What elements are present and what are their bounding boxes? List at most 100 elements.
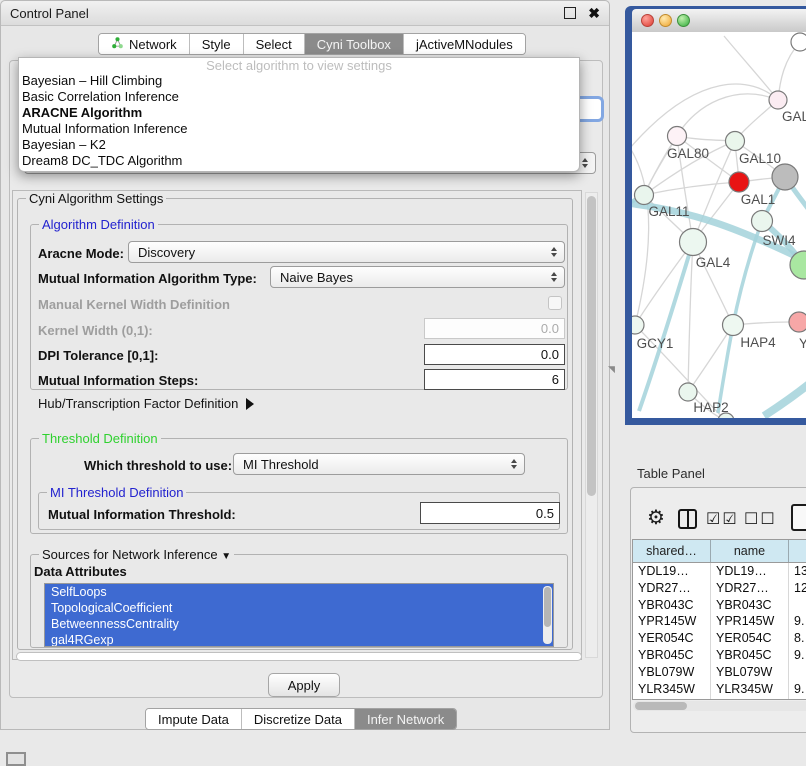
network-edge[interactable] <box>644 136 677 195</box>
table-panel-title: Table Panel <box>637 466 705 481</box>
table-cell: YBR043C <box>711 597 789 614</box>
popup-item-list: Bayesian – Hill ClimbingBasic Correlatio… <box>19 73 579 169</box>
node-gal10[interactable] <box>726 132 745 151</box>
settings-vertical-scrollbar[interactable] <box>585 192 598 658</box>
node-gal-top[interactable] <box>769 91 787 109</box>
network-edge[interactable] <box>644 182 739 195</box>
aracne-mode-label: Aracne Mode: <box>38 246 124 261</box>
table-row[interactable]: YBL079WYBL079W <box>633 664 806 681</box>
column-header[interactable]: shared… <box>633 540 711 562</box>
table-cell: YBL079W <box>711 664 789 681</box>
popup-item[interactable]: Bayesian – K2 <box>19 137 579 153</box>
table-cell: YBR045C <box>711 647 789 664</box>
attribute-list-item[interactable]: SelfLoops <box>45 584 553 600</box>
table-row[interactable]: YDR27…YDR27…12 <box>633 580 806 597</box>
tab-impute-data[interactable]: Impute Data <box>146 709 241 729</box>
table-cell: 9. <box>789 613 806 630</box>
node-hap4-label: HAP4 <box>740 335 776 350</box>
group-title: Sources for Network Inference ▼ <box>39 547 234 564</box>
tab-network[interactable]: Network <box>99 34 189 54</box>
hub-definition-expander[interactable]: Hub/Transcription Factor Definition <box>38 396 254 411</box>
scrollbar-thumb[interactable] <box>587 196 596 496</box>
table-cell: 9. <box>789 647 806 664</box>
node-gray[interactable] <box>772 164 798 190</box>
column-header[interactable] <box>789 540 806 562</box>
table-row[interactable]: YDL19…YDL19…13 <box>633 563 806 580</box>
aracne-mode-combo[interactable]: Discovery <box>128 241 565 263</box>
settings-horizontal-scrollbar[interactable] <box>16 652 582 661</box>
scrollbar-thumb[interactable] <box>635 702 687 710</box>
node-gcy1[interactable] <box>632 316 644 334</box>
which-threshold-combo[interactable]: MI Threshold <box>233 453 525 475</box>
node-hap2[interactable] <box>679 383 697 401</box>
bottom-left-partial-icon[interactable] <box>6 752 26 766</box>
table-row[interactable]: YBR043CYBR043C <box>633 597 806 614</box>
aracne-mode-value: Discovery <box>129 245 546 260</box>
node-swi4[interactable] <box>752 211 773 232</box>
close-icon[interactable]: ✖ <box>588 8 600 18</box>
network-edge[interactable] <box>632 84 778 148</box>
popup-item[interactable]: Dream8 DC_TDC Algorithm <box>19 153 579 169</box>
dpi-tolerance-input[interactable] <box>424 344 565 365</box>
column-header[interactable]: name <box>711 540 789 562</box>
attribute-list-item[interactable]: gal4RGexp <box>45 632 553 647</box>
node-gal4[interactable] <box>680 229 707 256</box>
table-cell: YLR345W <box>633 681 711 698</box>
apply-button[interactable]: Apply <box>268 673 340 697</box>
manual-kernel-checkbox[interactable] <box>548 296 562 310</box>
node-gal80[interactable] <box>668 127 687 146</box>
table-horizontal-scrollbar[interactable] <box>633 701 806 711</box>
tab-jactivemnodules[interactable]: jActiveMNodules <box>403 34 525 54</box>
attribute-list-item[interactable]: BetweennessCentrality <box>45 616 553 632</box>
mi-steps-input[interactable] <box>424 369 565 390</box>
network-canvas[interactable]: GALGAL80GAL10GAL1GAL11SWI4GAL4GCY1HAP4YH… <box>632 32 806 418</box>
tab-cyni-toolbox[interactable]: Cyni Toolbox <box>304 34 403 54</box>
network-edge-highlighted[interactable] <box>764 380 806 416</box>
close-traffic-light-icon[interactable] <box>641 14 654 27</box>
table-cell <box>789 664 806 681</box>
gear-icon[interactable]: ⚙ <box>647 505 665 530</box>
scrollbar-thumb[interactable] <box>544 587 551 627</box>
checked-columns-icon[interactable]: ☑☑ <box>706 509 739 529</box>
node-gal1[interactable] <box>729 172 749 192</box>
mi-threshold-input[interactable] <box>420 502 560 524</box>
node-pink-right[interactable] <box>789 312 806 332</box>
network-edge[interactable] <box>677 94 778 136</box>
zoom-traffic-light-icon[interactable] <box>677 14 690 27</box>
table-cell <box>789 597 806 614</box>
network-edge[interactable] <box>724 36 778 100</box>
node-gal11[interactable] <box>635 186 654 205</box>
node-hap4[interactable] <box>723 315 744 336</box>
node-table: shared…name YDL19…YDL19…13YDR27…YDR27…12… <box>632 539 806 700</box>
popup-item[interactable]: Mutual Information Inference <box>19 121 579 137</box>
popup-item[interactable]: Bayesian – Hill Climbing <box>19 73 579 89</box>
table-row[interactable]: YIL052CYIL052C9. <box>633 697 806 700</box>
table-row[interactable]: YBR045CYBR045C9. <box>633 647 806 664</box>
popup-item[interactable]: Basic Correlation Inference <box>19 89 579 105</box>
node-top-partial[interactable] <box>791 33 806 51</box>
attribute-list-item[interactable]: TopologicalCoefficient <box>45 600 553 616</box>
kernel-width-input[interactable] <box>424 318 565 339</box>
mi-type-value: Naive Bayes <box>271 270 546 285</box>
split-view-icon[interactable] <box>678 509 697 529</box>
panel-divider-arrow-icon[interactable]: ◥ <box>608 364 615 375</box>
network-edge[interactable] <box>688 242 693 392</box>
mi-type-combo[interactable]: Naive Bayes <box>270 266 565 288</box>
tab-discretize-data[interactable]: Discretize Data <box>241 709 354 729</box>
list-vertical-scrollbar[interactable] <box>543 586 552 644</box>
data-attributes-list[interactable]: SelfLoopsTopologicalCoefficientBetweenne… <box>44 583 554 647</box>
popup-item[interactable]: ARACNE Algorithm <box>19 105 579 121</box>
network-edge[interactable] <box>632 148 649 325</box>
tab-select[interactable]: Select <box>243 34 304 54</box>
table-row[interactable]: YPR145WYPR145W9. <box>633 613 806 630</box>
minimize-traffic-light-icon[interactable] <box>659 14 672 27</box>
unchecked-columns-icon[interactable]: ☐☐ <box>744 509 777 529</box>
tab-style[interactable]: Style <box>189 34 243 54</box>
table-row[interactable]: YER054CYER054C8. <box>633 630 806 647</box>
table-row[interactable]: YLR345WYLR345W9. <box>633 681 806 698</box>
manual-kernel-label: Manual Kernel Width Definition <box>38 297 230 312</box>
float-window-icon[interactable] <box>564 7 576 19</box>
document-icon[interactable] <box>791 504 806 531</box>
tab-infer-network[interactable]: Infer Network <box>354 709 456 729</box>
kernel-width-label: Kernel Width (0,1): <box>38 323 153 338</box>
